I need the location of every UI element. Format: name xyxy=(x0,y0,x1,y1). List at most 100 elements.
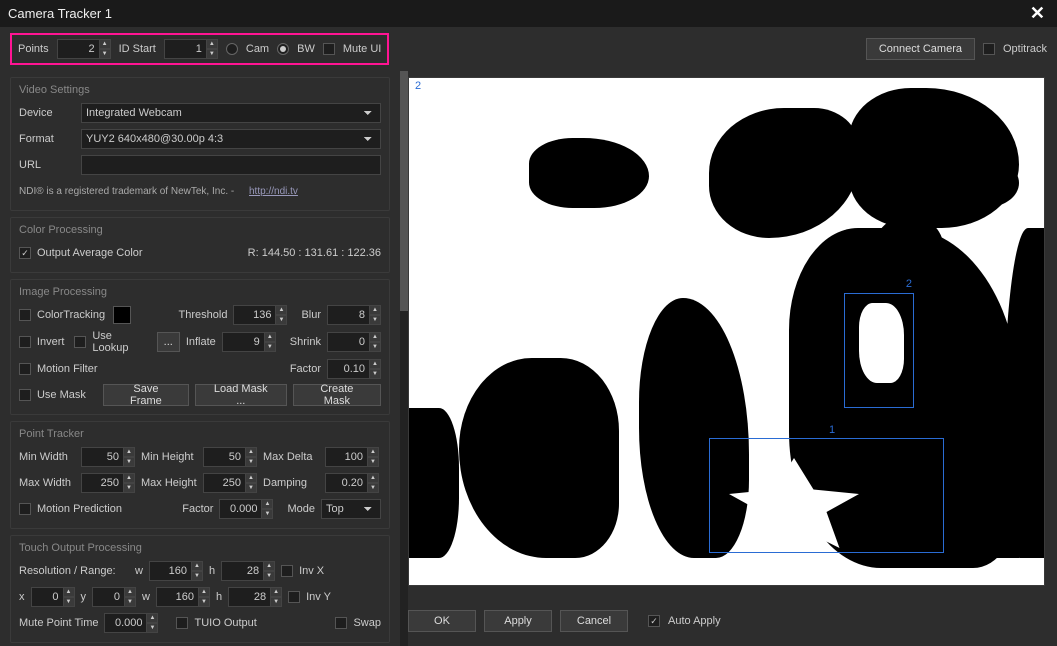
w1-spinner[interactable]: ▲▼ xyxy=(149,561,203,581)
mode-select[interactable]: Top xyxy=(321,499,381,519)
shrink-spinner[interactable]: ▲▼ xyxy=(327,332,381,352)
blur-spinner[interactable]: ▲▼ xyxy=(327,305,381,325)
createmask-button[interactable]: Create Mask xyxy=(293,384,381,406)
maxheight-spinner[interactable]: ▲▼ xyxy=(203,473,257,493)
y-spinner[interactable]: ▲▼ xyxy=(92,587,136,607)
uselookup-checkbox[interactable] xyxy=(74,336,86,348)
motionpred-checkbox[interactable] xyxy=(19,503,31,515)
spinner-up-icon[interactable]: ▲ xyxy=(206,39,218,49)
ndi-link[interactable]: http://ndi.tv xyxy=(249,186,298,197)
usemask-checkbox[interactable] xyxy=(19,389,31,401)
spinner-down-icon[interactable]: ▼ xyxy=(369,369,381,379)
mutepoint-input[interactable] xyxy=(104,613,146,633)
y-input[interactable] xyxy=(92,587,124,607)
w2-spinner[interactable]: ▲▼ xyxy=(156,587,210,607)
spinner-down-icon[interactable]: ▼ xyxy=(270,597,282,607)
spinner-up-icon[interactable]: ▲ xyxy=(367,447,379,457)
spinner-down-icon[interactable]: ▼ xyxy=(124,597,136,607)
imgproc-factor-spinner[interactable]: ▲▼ xyxy=(327,359,381,379)
idstart-spinner[interactable]: ▲▼ xyxy=(164,39,218,59)
spinner-down-icon[interactable]: ▼ xyxy=(123,483,135,493)
autoapply-checkbox[interactable] xyxy=(648,615,660,627)
invert-checkbox[interactable] xyxy=(19,336,31,348)
spinner-down-icon[interactable]: ▼ xyxy=(245,457,257,467)
spinner-up-icon[interactable]: ▲ xyxy=(123,447,135,457)
h1-spinner[interactable]: ▲▼ xyxy=(221,561,275,581)
spinner-down-icon[interactable]: ▼ xyxy=(369,342,381,352)
loadmask-button[interactable]: Load Mask ... xyxy=(195,384,287,406)
pt-factor-input[interactable] xyxy=(219,499,261,519)
damping-spinner[interactable]: ▲▼ xyxy=(325,473,379,493)
spinner-down-icon[interactable]: ▼ xyxy=(198,597,210,607)
ok-button[interactable]: OK xyxy=(408,610,476,632)
saveframe-button[interactable]: Save Frame xyxy=(103,384,189,406)
inflate-input[interactable] xyxy=(222,332,264,352)
spinner-up-icon[interactable]: ▲ xyxy=(261,499,273,509)
pt-factor-spinner[interactable]: ▲▼ xyxy=(219,499,273,519)
colortracking-checkbox[interactable] xyxy=(19,309,31,321)
spinner-down-icon[interactable]: ▼ xyxy=(261,509,273,519)
spinner-down-icon[interactable]: ▼ xyxy=(63,597,75,607)
mutepoint-spinner[interactable]: ▲▼ xyxy=(104,613,158,633)
muteui-checkbox[interactable] xyxy=(323,43,335,55)
optitrack-checkbox[interactable] xyxy=(983,43,995,55)
spinner-down-icon[interactable]: ▼ xyxy=(264,342,276,352)
close-icon[interactable]: ✕ xyxy=(1026,3,1049,24)
spinner-up-icon[interactable]: ▲ xyxy=(99,39,111,49)
connect-camera-button[interactable]: Connect Camera xyxy=(866,38,975,60)
w2-input[interactable] xyxy=(156,587,198,607)
shrink-input[interactable] xyxy=(327,332,369,352)
spinner-up-icon[interactable]: ▲ xyxy=(263,561,275,571)
spinner-down-icon[interactable]: ▼ xyxy=(367,483,379,493)
invx-checkbox[interactable] xyxy=(281,565,293,577)
points-spinner[interactable]: ▲▼ xyxy=(57,39,111,59)
spinner-up-icon[interactable]: ▲ xyxy=(191,561,203,571)
spinner-up-icon[interactable]: ▲ xyxy=(198,587,210,597)
minheight-input[interactable] xyxy=(203,447,245,467)
h1-input[interactable] xyxy=(221,561,263,581)
damping-input[interactable] xyxy=(325,473,367,493)
threshold-spinner[interactable]: ▲▼ xyxy=(233,305,287,325)
h2-spinner[interactable]: ▲▼ xyxy=(228,587,282,607)
spinner-down-icon[interactable]: ▼ xyxy=(245,483,257,493)
maxdelta-spinner[interactable]: ▲▼ xyxy=(325,447,379,467)
minwidth-input[interactable] xyxy=(81,447,123,467)
spinner-down-icon[interactable]: ▼ xyxy=(367,457,379,467)
motionfilter-checkbox[interactable] xyxy=(19,363,31,375)
lookup-browse-button[interactable]: ... xyxy=(157,332,180,352)
inflate-spinner[interactable]: ▲▼ xyxy=(222,332,276,352)
spinner-down-icon[interactable]: ▼ xyxy=(275,315,287,325)
idstart-input[interactable] xyxy=(164,39,206,59)
url-input[interactable] xyxy=(81,155,381,175)
blur-input[interactable] xyxy=(327,305,369,325)
x-input[interactable] xyxy=(31,587,63,607)
spinner-up-icon[interactable]: ▲ xyxy=(123,473,135,483)
h2-input[interactable] xyxy=(228,587,270,607)
spinner-up-icon[interactable]: ▲ xyxy=(270,587,282,597)
swap-checkbox[interactable] xyxy=(335,617,347,629)
invy-checkbox[interactable] xyxy=(288,591,300,603)
spinner-down-icon[interactable]: ▼ xyxy=(263,571,275,581)
device-select[interactable]: Integrated Webcam xyxy=(81,103,381,123)
colortracking-swatch[interactable] xyxy=(113,306,131,324)
spinner-down-icon[interactable]: ▼ xyxy=(206,49,218,59)
minheight-spinner[interactable]: ▲▼ xyxy=(203,447,257,467)
spinner-up-icon[interactable]: ▲ xyxy=(264,332,276,342)
bw-radio[interactable] xyxy=(277,43,289,55)
spinner-up-icon[interactable]: ▲ xyxy=(369,359,381,369)
spinner-up-icon[interactable]: ▲ xyxy=(63,587,75,597)
cancel-button[interactable]: Cancel xyxy=(560,610,628,632)
apply-button[interactable]: Apply xyxy=(484,610,552,632)
maxdelta-input[interactable] xyxy=(325,447,367,467)
imgproc-factor-input[interactable] xyxy=(327,359,369,379)
points-input[interactable] xyxy=(57,39,99,59)
minwidth-spinner[interactable]: ▲▼ xyxy=(81,447,135,467)
cam-radio[interactable] xyxy=(226,43,238,55)
spinner-up-icon[interactable]: ▲ xyxy=(369,332,381,342)
spinner-down-icon[interactable]: ▼ xyxy=(191,571,203,581)
output-avg-checkbox[interactable] xyxy=(19,247,31,259)
maxwidth-spinner[interactable]: ▲▼ xyxy=(81,473,135,493)
format-select[interactable]: YUY2 640x480@30.00p 4:3 xyxy=(81,129,381,149)
maxwidth-input[interactable] xyxy=(81,473,123,493)
threshold-input[interactable] xyxy=(233,305,275,325)
